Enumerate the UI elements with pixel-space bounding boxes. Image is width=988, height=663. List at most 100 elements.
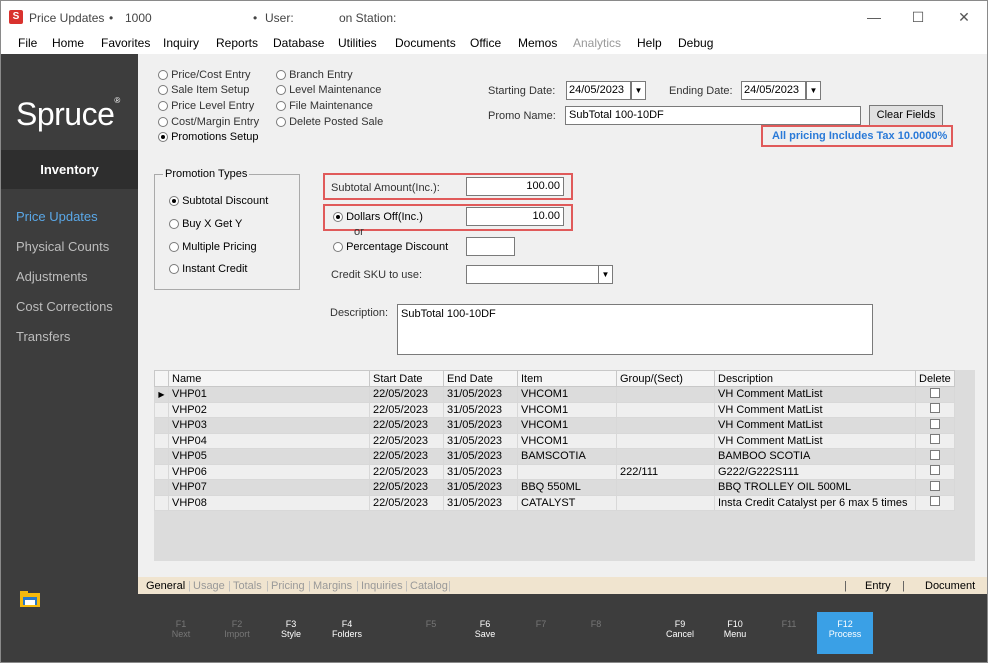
radio-icon[interactable] [158, 101, 168, 112]
cell-description[interactable]: G222/G222S111 [714, 463, 916, 480]
radio-selected-icon[interactable] [158, 132, 168, 143]
cell-delete[interactable] [915, 401, 955, 418]
cell-name[interactable]: VHP05 [168, 448, 370, 465]
f10-menu-button[interactable]: F10 Menu [712, 619, 758, 639]
cell-end-date[interactable]: 31/05/2023 [443, 479, 518, 496]
cell-name[interactable]: VHP08 [168, 494, 370, 511]
col-header-description[interactable]: Description [714, 370, 916, 387]
dollars-off-input[interactable]: 10.00 [466, 207, 564, 226]
col-header-delete[interactable]: Delete [915, 370, 955, 387]
cell-name[interactable]: VHP03 [168, 417, 370, 434]
promo-type-buy-x-get-y[interactable]: Buy X Get Y [169, 218, 242, 230]
delete-checkbox[interactable] [929, 418, 940, 429]
cell-delete[interactable] [915, 417, 955, 434]
cell-item[interactable]: BAMSCOTIA [517, 448, 617, 465]
cell-delete[interactable] [915, 386, 955, 403]
close-button[interactable]: ✕ [949, 7, 979, 27]
cell-start-date[interactable]: 22/05/2023 [369, 479, 444, 496]
cell-end-date[interactable]: 31/05/2023 [443, 432, 518, 449]
row-selector[interactable] [154, 417, 169, 434]
tab-totals[interactable]: Totals [233, 580, 262, 592]
menu-database[interactable]: Database [273, 36, 324, 50]
menu-reports[interactable]: Reports [216, 36, 258, 50]
cell-description[interactable]: BBQ TROLLEY OIL 500ML [714, 479, 916, 496]
f12-process-button[interactable]: F12 Process [817, 612, 873, 654]
menu-office[interactable]: Office [470, 36, 501, 50]
cell-group[interactable] [616, 448, 715, 465]
mode-radio-price-cost[interactable]: Price/Cost Entry [158, 69, 251, 81]
cell-item[interactable]: VHCOM1 [517, 432, 617, 449]
cell-name[interactable]: VHP06 [168, 463, 370, 480]
cell-description[interactable]: BAMBOO SCOTIA [714, 448, 916, 465]
cell-item[interactable]: VHCOM1 [517, 401, 617, 418]
promo-name-input[interactable]: SubTotal 100-10DF [565, 106, 861, 125]
radio-icon[interactable] [158, 117, 168, 128]
cell-group[interactable] [616, 479, 715, 496]
mode-radio-branch-entry[interactable]: Branch Entry [276, 69, 353, 81]
tab-pricing[interactable]: Pricing [271, 580, 305, 592]
delete-checkbox[interactable] [929, 403, 940, 414]
mode-radio-price-level[interactable]: Price Level Entry [158, 100, 254, 112]
cell-description[interactable]: Insta Credit Catalyst per 6 max 5 times [714, 494, 916, 511]
cell-delete[interactable] [915, 479, 955, 496]
menu-utilities[interactable]: Utilities [338, 36, 377, 50]
cell-description[interactable]: VH Comment MatList [714, 432, 916, 449]
entry-label[interactable]: Entry [865, 580, 891, 592]
table-row[interactable]: VHP06 22/05/2023 31/05/2023 222/111 G222… [154, 463, 955, 480]
col-header-start-date[interactable]: Start Date [369, 370, 444, 387]
table-row[interactable]: VHP08 22/05/2023 31/05/2023 CATALYST Ins… [154, 494, 955, 511]
sidebar-item-transfers[interactable]: Transfers [16, 329, 70, 344]
table-row[interactable]: VHP04 22/05/2023 31/05/2023 VHCOM1 VH Co… [154, 432, 955, 449]
cell-start-date[interactable]: 22/05/2023 [369, 463, 444, 480]
radio-icon[interactable] [333, 242, 343, 253]
table-row[interactable]: ▶ VHP01 22/05/2023 31/05/2023 VHCOM1 VH … [154, 386, 955, 403]
percentage-input[interactable] [466, 237, 515, 256]
cell-delete[interactable] [915, 463, 955, 480]
cell-end-date[interactable]: 31/05/2023 [443, 448, 518, 465]
cell-end-date[interactable]: 31/05/2023 [443, 463, 518, 480]
ending-date-field[interactable]: 24/05/2023 [741, 81, 806, 100]
promo-type-subtotal-discount[interactable]: Subtotal Discount [169, 195, 268, 207]
tab-margins[interactable]: Margins [313, 580, 352, 592]
f4-folders-button[interactable]: F4 Folders [324, 619, 370, 639]
tab-general[interactable]: General [146, 580, 185, 592]
table-row[interactable]: VHP05 22/05/2023 31/05/2023 BAMSCOTIA BA… [154, 448, 955, 465]
subtotal-amount-input[interactable]: 100.00 [466, 177, 564, 196]
cell-start-date[interactable]: 22/05/2023 [369, 448, 444, 465]
col-header-item[interactable]: Item [517, 370, 617, 387]
radio-icon[interactable] [276, 117, 286, 128]
credit-sku-dropdown-icon[interactable]: ▼ [598, 265, 613, 284]
sidebar-item-physical-counts[interactable]: Physical Counts [16, 239, 109, 254]
radio-icon[interactable] [169, 242, 179, 253]
cell-description[interactable]: VH Comment MatList [714, 417, 916, 434]
mode-radio-sale-item[interactable]: Sale Item Setup [158, 84, 249, 96]
cell-delete[interactable] [915, 494, 955, 511]
starting-date-dropdown-icon[interactable]: ▼ [631, 81, 646, 100]
cell-start-date[interactable]: 22/05/2023 [369, 386, 444, 403]
table-row[interactable]: VHP07 22/05/2023 31/05/2023 BBQ 550ML BB… [154, 479, 955, 496]
cell-item[interactable]: VHCOM1 [517, 417, 617, 434]
cell-delete[interactable] [915, 432, 955, 449]
cell-delete[interactable] [915, 448, 955, 465]
delete-checkbox[interactable] [929, 496, 940, 507]
sidebar-item-cost-corrections[interactable]: Cost Corrections [16, 299, 113, 314]
col-header-group[interactable]: Group/(Sect) [616, 370, 715, 387]
f6-save-button[interactable]: F6 Save [462, 619, 508, 639]
row-selector[interactable] [154, 494, 169, 511]
cell-end-date[interactable]: 31/05/2023 [443, 401, 518, 418]
menu-home[interactable]: Home [52, 36, 84, 50]
cell-group[interactable] [616, 417, 715, 434]
clear-fields-button[interactable]: Clear Fields [869, 105, 943, 126]
cell-name[interactable]: VHP07 [168, 479, 370, 496]
row-selector[interactable] [154, 463, 169, 480]
cell-item[interactable] [517, 463, 617, 480]
ending-date-dropdown-icon[interactable]: ▼ [806, 81, 821, 100]
radio-icon[interactable] [276, 101, 286, 112]
cell-end-date[interactable]: 31/05/2023 [443, 494, 518, 511]
mode-radio-level-maintenance[interactable]: Level Maintenance [276, 84, 381, 96]
menu-favorites[interactable]: Favorites [101, 36, 150, 50]
radio-selected-icon[interactable] [169, 196, 179, 207]
table-row[interactable]: VHP02 22/05/2023 31/05/2023 VHCOM1 VH Co… [154, 401, 955, 418]
mode-radio-promotions[interactable]: Promotions Setup [158, 131, 259, 143]
cell-group[interactable]: 222/111 [616, 463, 715, 480]
